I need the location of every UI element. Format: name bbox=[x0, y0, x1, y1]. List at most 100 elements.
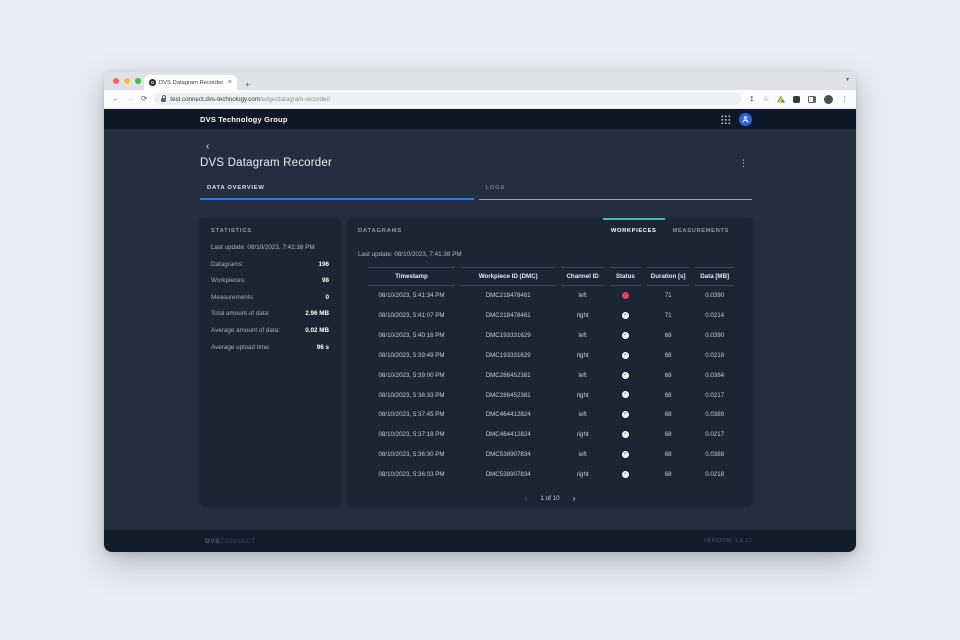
browser-menu-icon[interactable]: ⋮ bbox=[841, 96, 848, 103]
cell-channel-id: left bbox=[558, 286, 606, 306]
statistics-panel: STATISTICS Last update: 08/10/2023, 7:41… bbox=[200, 218, 340, 505]
cell-timestamp: 08/10/2023, 5:39:49 PM bbox=[365, 346, 458, 366]
main-tabs: DATA OVERVIEW LOGS bbox=[200, 185, 752, 200]
stat-label: Measurements: bbox=[211, 294, 254, 301]
stat-value: 2.96 MB bbox=[305, 310, 329, 317]
tab-search-chevron-icon[interactable]: ▾ bbox=[846, 76, 849, 83]
extension-icon[interactable] bbox=[793, 96, 800, 103]
url-path: /edge/datagram-recorder/ bbox=[260, 96, 330, 103]
cell-data-size: 0.0217 bbox=[692, 425, 737, 445]
table-row[interactable]: 08/10/2023, 5:38:33 PMDMC286452381right✓… bbox=[365, 385, 737, 405]
close-window-button[interactable] bbox=[113, 78, 119, 84]
cell-duration: 68 bbox=[644, 405, 692, 425]
status-ok-icon: ✓ bbox=[622, 312, 629, 319]
close-tab-icon[interactable]: × bbox=[228, 79, 232, 86]
table-row[interactable]: 08/10/2023, 5:41:07 PMDMC218478461right✓… bbox=[365, 306, 737, 326]
table-row[interactable]: 08/10/2023, 5:39:00 PMDMC286452381left✓6… bbox=[365, 365, 737, 385]
table-row[interactable]: 08/10/2023, 5:37:45 PMDMC464412824left✓6… bbox=[365, 405, 737, 425]
new-tab-button[interactable]: + bbox=[245, 80, 250, 89]
status-ok-icon: ✓ bbox=[622, 332, 629, 339]
cell-data-size: 0.0218 bbox=[692, 346, 737, 366]
stat-label: Workpieces: bbox=[211, 277, 246, 284]
column-header: Timestamp bbox=[368, 267, 455, 286]
footer-version: VERSION: 1.8.12 bbox=[704, 538, 752, 544]
cell-data-size: 0.0217 bbox=[692, 385, 737, 405]
cell-duration: 71 bbox=[644, 286, 692, 306]
stat-label: Average upload time: bbox=[211, 344, 270, 351]
cell-data-size: 0.0218 bbox=[692, 465, 737, 485]
cell-duration: 68 bbox=[644, 346, 692, 366]
column-header: Data [MB] bbox=[695, 267, 734, 286]
cell-channel-id: right bbox=[558, 425, 606, 445]
status-ok-icon: ✓ bbox=[622, 411, 629, 418]
cell-status: ✓ bbox=[607, 445, 644, 465]
bookmark-star-icon[interactable]: ☆ bbox=[763, 96, 769, 103]
url-bar[interactable]: test.connect.dvs-technology.com/edge/dat… bbox=[154, 93, 742, 105]
tab-logs[interactable]: LOGS bbox=[479, 185, 753, 200]
cell-duration: 68 bbox=[644, 326, 692, 346]
forward-nav-icon[interactable]: → bbox=[127, 95, 135, 103]
browser-tab-strip: G DVS Datagram Recorder × + ▾ bbox=[104, 72, 856, 90]
side-panel-icon[interactable] bbox=[808, 96, 816, 103]
cell-status: ✓ bbox=[607, 425, 644, 445]
stat-value: 196 bbox=[318, 261, 329, 268]
app-grid-icon[interactable] bbox=[720, 114, 730, 124]
page-menu-icon[interactable]: ⋮ bbox=[739, 159, 752, 168]
column-header: Channel ID bbox=[561, 267, 603, 286]
person-icon bbox=[741, 115, 750, 124]
status-ok-icon: ✓ bbox=[622, 451, 629, 458]
table-row[interactable]: 08/10/2023, 5:39:49 PMDMC193331629right✓… bbox=[365, 345, 737, 365]
page-indicator: 1 of 10 bbox=[540, 495, 559, 502]
tab-data-overview[interactable]: DATA OVERVIEW bbox=[200, 185, 474, 200]
column-header: Duration [s] bbox=[647, 267, 689, 286]
cell-channel-id: right bbox=[558, 306, 606, 326]
table-row[interactable]: 08/10/2023, 5:36:03 PMDMC538907834right✓… bbox=[365, 464, 737, 484]
minimize-window-button[interactable] bbox=[124, 78, 130, 84]
cell-workpiece-id: DMC193331629 bbox=[458, 346, 558, 366]
table-row[interactable]: 08/10/2023, 5:40:16 PMDMC193331629left✓6… bbox=[365, 326, 737, 346]
stat-row: Total amount of data:2.96 MB bbox=[211, 310, 329, 317]
user-avatar[interactable] bbox=[739, 113, 752, 126]
cell-timestamp: 08/10/2023, 5:39:00 PM bbox=[365, 365, 458, 385]
stat-value: 98 bbox=[322, 277, 329, 284]
cell-workpiece-id: DMC464412824 bbox=[458, 405, 558, 425]
table-row[interactable]: 08/10/2023, 5:37:18 PMDMC464412824right✓… bbox=[365, 425, 737, 445]
app-header: DVS Technology Group bbox=[104, 109, 856, 129]
footer-brand-bold: DVS bbox=[205, 538, 220, 545]
cell-workpiece-id: DMC538907834 bbox=[458, 465, 558, 485]
app-main: ‹ DVS Datagram Recorder ⋮ DATA OVERVIEW … bbox=[104, 129, 856, 530]
status-ok-icon: ✓ bbox=[622, 352, 629, 359]
page-title: DVS Datagram Recorder bbox=[200, 157, 332, 169]
tab-title: DVS Datagram Recorder bbox=[159, 80, 225, 86]
cell-channel-id: left bbox=[558, 326, 606, 346]
back-button[interactable]: ‹ bbox=[200, 143, 216, 151]
browser-window: G DVS Datagram Recorder × + ▾ ← → ⟳ test… bbox=[104, 72, 856, 552]
cell-channel-id: right bbox=[558, 465, 606, 485]
tab-measurements[interactable]: MEASUREMENTS bbox=[665, 218, 737, 238]
brand-title: DVS Technology Group bbox=[200, 115, 288, 124]
maximize-window-button[interactable] bbox=[135, 78, 141, 84]
table-row[interactable]: 08/10/2023, 5:41:34 PMDMC218478461left71… bbox=[365, 286, 737, 306]
previous-page-icon[interactable]: ‹ bbox=[525, 494, 528, 503]
url-domain: test.connect.dvs-technology.com bbox=[170, 96, 260, 103]
datagrams-tabs: WORKPIECES MEASUREMENTS bbox=[603, 218, 737, 238]
reload-icon[interactable]: ⟳ bbox=[141, 95, 147, 103]
secure-lock-icon bbox=[161, 98, 166, 102]
app-footer: DVSCONNECT VERSION: 1.8.12 bbox=[104, 530, 856, 552]
cell-workpiece-id: DMC464412824 bbox=[458, 425, 558, 445]
cell-timestamp: 08/10/2023, 5:36:03 PM bbox=[365, 465, 458, 485]
datagram-table: TimestampWorkpiece ID (DMC)Channel IDSta… bbox=[365, 267, 737, 484]
cell-duration: 71 bbox=[644, 306, 692, 326]
drive-extension-icon[interactable] bbox=[777, 96, 785, 103]
cell-status: ✓ bbox=[607, 385, 644, 405]
browser-tab[interactable]: G DVS Datagram Recorder × bbox=[144, 75, 237, 90]
stat-value: 0.02 MB bbox=[305, 327, 329, 334]
table-row[interactable]: 08/10/2023, 5:36:30 PMDMC538907834left✓6… bbox=[365, 445, 737, 465]
tab-workpieces[interactable]: WORKPIECES bbox=[603, 218, 665, 238]
cell-timestamp: 08/10/2023, 5:36:30 PM bbox=[365, 445, 458, 465]
browser-profile-avatar[interactable] bbox=[824, 95, 833, 104]
back-nav-icon[interactable]: ← bbox=[112, 95, 120, 103]
share-icon[interactable]: ↥ bbox=[749, 96, 755, 103]
next-page-icon[interactable]: › bbox=[573, 494, 576, 503]
cell-workpiece-id: DMC286452381 bbox=[458, 385, 558, 405]
